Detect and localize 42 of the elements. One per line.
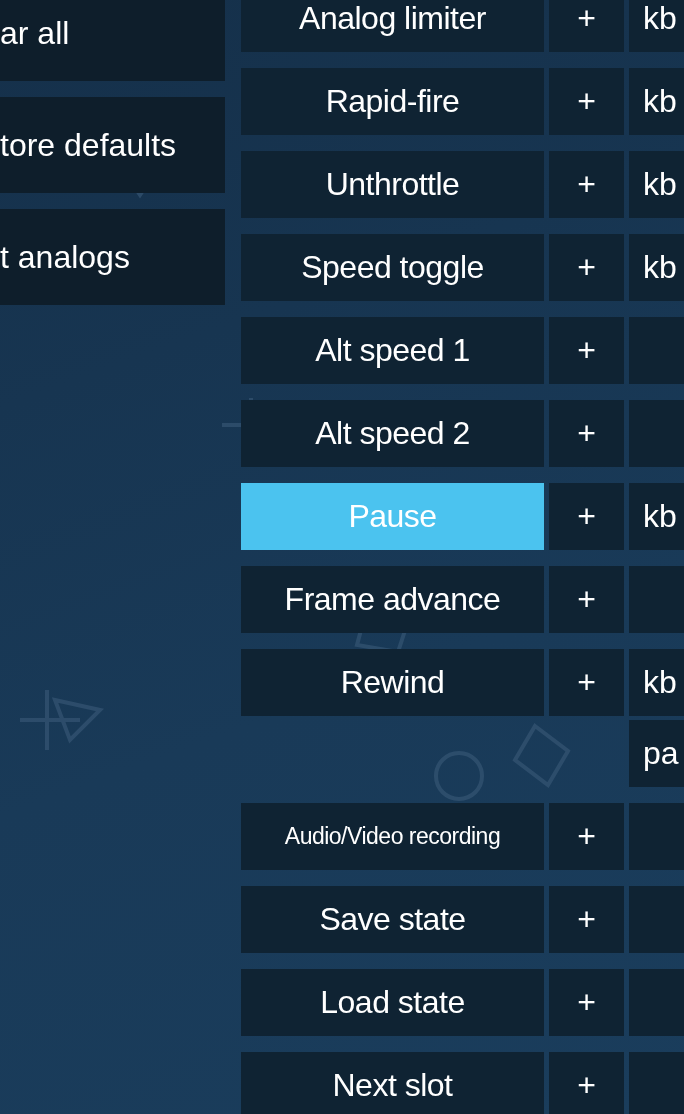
mapping-button[interactable]: kb bbox=[629, 68, 684, 135]
add-mapping-button[interactable]: + bbox=[549, 68, 624, 135]
action-label-button[interactable]: Next slot bbox=[241, 1052, 544, 1114]
add-mapping-button[interactable]: + bbox=[549, 483, 624, 550]
action-button[interactable]: ar all bbox=[0, 0, 225, 81]
mapping-button[interactable]: pa bbox=[629, 720, 684, 787]
action-button[interactable]: tore defaults bbox=[0, 97, 225, 193]
action-label-button[interactable]: Load state bbox=[241, 969, 544, 1036]
add-mapping-button[interactable]: + bbox=[549, 234, 624, 301]
action-label-button[interactable]: Unthrottle bbox=[241, 151, 544, 218]
add-mapping-button[interactable]: + bbox=[549, 0, 624, 52]
add-mapping-button[interactable]: + bbox=[549, 566, 624, 633]
action-label-button[interactable]: Frame advance bbox=[241, 566, 544, 633]
mapping-button[interactable]: kb bbox=[629, 151, 684, 218]
action-label-button[interactable]: Save state bbox=[241, 886, 544, 953]
mapping-slot[interactable] bbox=[629, 566, 684, 633]
mapping-slot[interactable] bbox=[629, 803, 684, 870]
mapping-button[interactable]: kb bbox=[629, 234, 684, 301]
action-label-button[interactable]: Rapid-fire bbox=[241, 68, 544, 135]
add-mapping-button[interactable]: + bbox=[549, 400, 624, 467]
add-mapping-button[interactable]: + bbox=[549, 1052, 624, 1114]
mapping-slot[interactable] bbox=[629, 400, 684, 467]
action-label-button[interactable]: Analog limiter bbox=[241, 0, 544, 52]
action-label-button[interactable]: Alt speed 1 bbox=[241, 317, 544, 384]
add-mapping-button[interactable]: + bbox=[549, 886, 624, 953]
add-mapping-button[interactable]: + bbox=[549, 969, 624, 1036]
mapping-slot[interactable] bbox=[629, 886, 684, 953]
action-label-button[interactable]: Audio/Video recording bbox=[241, 803, 544, 870]
add-mapping-button[interactable]: + bbox=[549, 803, 624, 870]
mapping-slot[interactable] bbox=[629, 317, 684, 384]
mapping-slot[interactable] bbox=[629, 1052, 684, 1114]
add-mapping-button[interactable]: + bbox=[549, 317, 624, 384]
mapping-button[interactable]: kb bbox=[629, 483, 684, 550]
mapping-button[interactable]: kb bbox=[629, 649, 684, 716]
mapping-slot[interactable] bbox=[629, 969, 684, 1036]
action-label-button[interactable]: Speed toggle bbox=[241, 234, 544, 301]
add-mapping-button[interactable]: + bbox=[549, 151, 624, 218]
action-label-button[interactable]: Rewind bbox=[241, 649, 544, 716]
add-mapping-button[interactable]: + bbox=[549, 649, 624, 716]
mapping-button[interactable]: kb bbox=[629, 0, 684, 52]
action-button[interactable]: t analogs bbox=[0, 209, 225, 305]
action-label-button[interactable]: Alt speed 2 bbox=[241, 400, 544, 467]
